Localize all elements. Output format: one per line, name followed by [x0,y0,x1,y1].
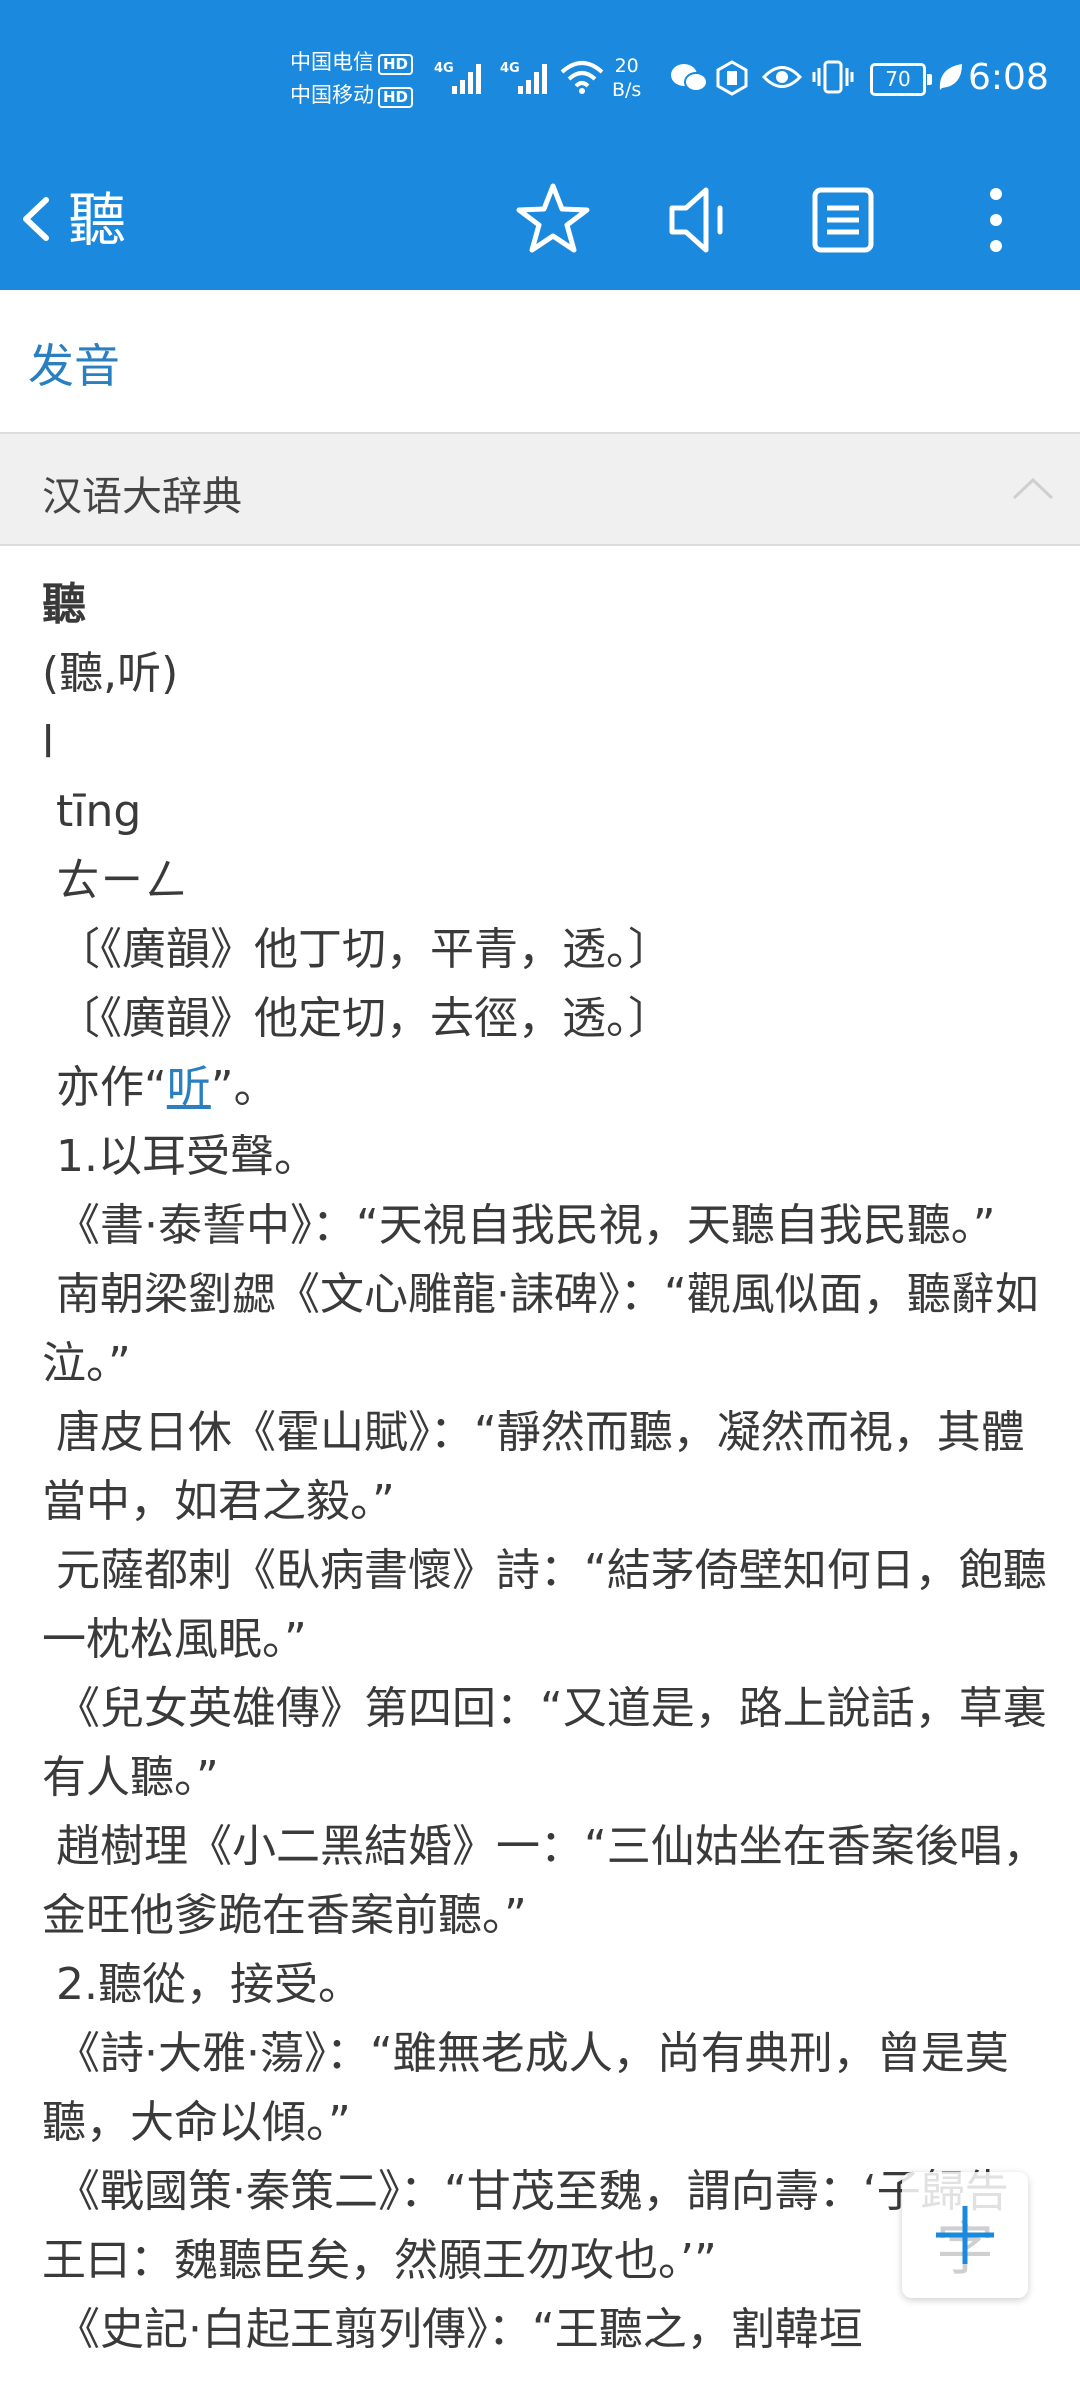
carrier-2: 中国移动 [290,83,374,107]
speaker-icon[interactable] [650,172,746,268]
paragraph: 1.以耳受聲。 [42,1131,318,1182]
headword: 聽 [42,579,86,630]
star-icon[interactable] [505,172,601,268]
paragraph: 《書·泰誓中》：“天視自我民視，天聽自我民聽。” [42,1200,996,1251]
dictionary-section-header[interactable]: 汉语大辞典 [0,432,1080,546]
paragraph: 《戰國策·秦策二》：“甘茂至魏，謂向壽：‘子歸告王曰：魏聽臣矣，然願王勿攻也。’… [42,2166,1009,2286]
paragraph: 《史記·白起王翦列傳》：“王聽之，割韓垣 [42,2304,863,2355]
shield-icon [716,60,748,96]
app-bar: 聽 [0,150,1080,290]
paragraph: 2.聽從，接受。 [42,1959,362,2010]
top-header: 中国电信 HD 中国移动 HD 4G 4G 20 B/s 70 6:08 聽 [0,0,1080,290]
list-icon[interactable] [795,172,891,268]
signal-icon-1: 4G [434,61,481,94]
also-written: 亦作“听”。 [42,1062,278,1113]
hd-badge-2: HD [378,87,414,108]
svg-text:4G: 4G [434,61,454,76]
variant-forms: (聽,听) [42,648,179,699]
wifi-icon [560,61,604,94]
back-icon[interactable] [10,178,70,260]
status-bar: 中国电信 HD 中国移动 HD 4G 4G 20 B/s 70 6:08 [0,0,1080,150]
eye-icon [762,66,802,88]
fanqie-2: 〔《廣韻》他定切，去徑，透。〕 [42,993,672,1044]
signal-icon-2: 4G [500,61,547,94]
pinyin: tīng [42,786,142,837]
leaf-icon [939,64,962,90]
paragraph: 趙樹理《小二黑結婚》一：“三仙姑坐在香案後唱，金旺他爹跪在香案前聽。” [42,1821,1047,1941]
carrier-1: 中国电信 [290,50,374,74]
pronunciation-link[interactable]: 发音 [28,330,120,396]
battery-icon: 70 [870,63,932,96]
entry-line: l [42,717,55,768]
chevron-up-icon[interactable] [1010,472,1056,502]
wechat-icon [671,64,708,92]
vibrate-icon [812,60,854,94]
page-title: 聽 [68,186,127,254]
network-speed: 20 B/s [612,55,642,101]
more-icon[interactable] [948,172,1044,268]
dictionary-name: 汉语大辞典 [42,474,242,520]
fanqie-1: 〔《廣韻》他丁切，平青，透。〕 [42,924,672,975]
paragraph: 《詩·大雅·蕩》：“雖無老成人，尚有典刑，曾是莫聽，大命以傾。” [42,2028,1009,2148]
paragraph: 唐皮日休《霍山賦》：“靜然而聽，凝然而視，其體當中，如君之毅。” [42,1407,1025,1527]
entry-content: 聽 (聽,听) l tīng ㄊㄧㄥ 〔《廣韻》他丁切，平青，透。〕 〔《廣韻》… [42,570,1052,2364]
variant-link[interactable]: 听 [167,1062,211,1113]
add-character-button[interactable]: 字 [902,2172,1028,2298]
clock: 6:08 [968,57,1049,98]
hd-badge-1: HD [378,54,414,75]
paragraph: 《兒女英雄傳》第四回：“又道是，路上說話，草裏有人聽。” [42,1683,1047,1803]
svg-text:4G: 4G [500,61,520,76]
plus-icon [936,2206,994,2264]
zhuyin: ㄊㄧㄥ [42,855,188,906]
paragraph: 元薩都剌《臥病書懷》詩：“結茅倚壁知何日，飽聽一枕松風眠。” [42,1545,1047,1665]
carrier-info: 中国电信 HD 中国移动 HD [290,46,414,112]
paragraph: 南朝梁劉勰《文心雕龍·誄碑》：“觀風似面，聽辭如泣。” [42,1269,1039,1389]
